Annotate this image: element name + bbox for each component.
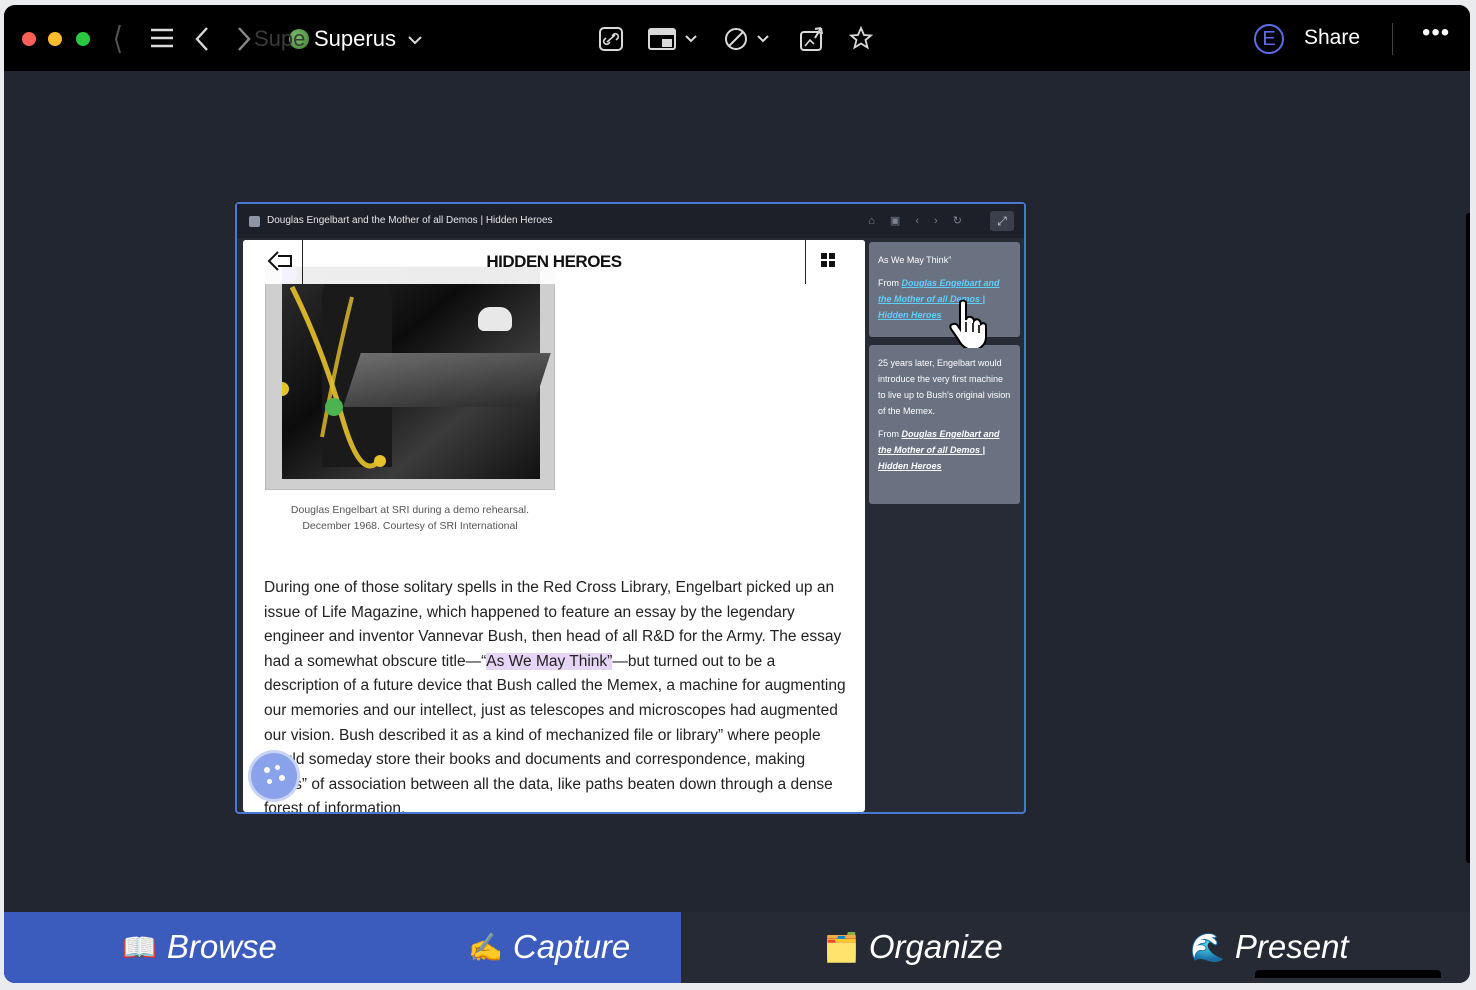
caption-line: December 1968. Courtesy of SRI Internati… <box>302 520 518 532</box>
layout-icon[interactable] <box>648 27 700 51</box>
bottom-mode-bar: 📖 Browse ✍️ Capture 🗂️ Organize 🌊 Presen… <box>4 912 1470 983</box>
captured-note[interactable]: As We May Think” From Douglas Engelbart … <box>869 242 1020 337</box>
export-icon[interactable] <box>799 26 825 52</box>
workspace-title: Superus <box>314 26 396 51</box>
scrollbar[interactable] <box>1466 213 1470 863</box>
sidebar-collapse-icon[interactable] <box>114 23 122 55</box>
article-text: —but turned out to be a description of a… <box>264 652 846 812</box>
article-photo <box>265 266 555 490</box>
tab-label: Browse <box>166 928 277 965</box>
writing-hand-icon: ✍️ <box>468 931 503 963</box>
close-window-button[interactable] <box>22 32 36 46</box>
tab-label: Organize <box>868 928 1003 965</box>
book-icon: 📖 <box>122 931 157 963</box>
expand-icon[interactable]: ⤢ <box>990 211 1014 231</box>
annotation-tool-button[interactable] <box>251 753 297 799</box>
ghost-title: Supe <box>254 26 306 51</box>
note-quote: As We May Think” <box>878 255 952 265</box>
back-icon[interactable] <box>194 26 210 52</box>
site-favicon-icon <box>249 216 260 227</box>
highlighted-text[interactable]: As We May Think” <box>486 652 613 670</box>
star-icon[interactable] <box>849 26 873 50</box>
grid-menu-icon[interactable] <box>821 253 835 267</box>
tab-capture[interactable]: ✍️ Capture <box>468 924 630 970</box>
folder-icon: 🗂️ <box>824 931 859 963</box>
site-header: HIDDEN HEROES <box>243 240 865 284</box>
photo-image <box>282 267 551 479</box>
chevron-down-icon <box>408 36 422 45</box>
tab-browse[interactable]: 📖 Browse <box>122 924 277 970</box>
note-source: From Douglas Engelbart and the Mother of… <box>878 426 1011 474</box>
wave-icon: 🌊 <box>1190 931 1225 963</box>
header-divider <box>805 240 806 284</box>
menu-icon[interactable] <box>150 27 174 49</box>
site-name[interactable]: HIDDEN HEROES <box>243 252 865 272</box>
zoom-window-button[interactable] <box>76 32 90 46</box>
toolbar-divider <box>1392 23 1393 55</box>
photo-caption: Douglas Engelbart at SRI during a demo r… <box>265 502 555 534</box>
title-bar: Supe Superus E Share ••• <box>4 5 1470 71</box>
workspace-switcher[interactable]: Supe Superus <box>254 26 422 52</box>
caption-line: Douglas Engelbart at SRI during a demo r… <box>290 504 530 516</box>
home-indicator <box>1255 970 1441 978</box>
web-card[interactable]: Douglas Engelbart and the Mother of all … <box>235 202 1026 814</box>
scribble-annotation <box>282 267 386 469</box>
disable-icon[interactable] <box>724 27 776 51</box>
share-button[interactable]: Share <box>1304 26 1360 50</box>
tab-organize[interactable]: 🗂️ Organize <box>824 924 1003 970</box>
forward-icon[interactable] <box>236 26 252 52</box>
more-options-button[interactable]: ••• <box>1422 19 1450 47</box>
card-title: Douglas Engelbart and the Mother of all … <box>267 215 553 226</box>
note-from-label: From <box>878 278 899 288</box>
tab-label: Present <box>1234 928 1349 965</box>
tab-present[interactable]: 🌊 Present <box>1190 924 1349 970</box>
app-window: Supe Superus E Share ••• Douglas Engelba… <box>4 5 1470 983</box>
hand-cursor-icon <box>949 299 987 348</box>
note-from-label: From <box>878 429 899 439</box>
card-nav-tools[interactable]: ⌂ ▣ ‹ › ↻ <box>868 214 968 227</box>
tab-label: Capture <box>512 928 631 965</box>
note-source: From Douglas Engelbart and the Mother of… <box>878 275 1011 323</box>
web-page-viewport[interactable]: HIDDEN HEROES Douglas Engelbart at SRI d… <box>243 240 865 812</box>
article-body: During one of those solitary spells in t… <box>264 576 846 812</box>
link-icon[interactable] <box>598 26 624 52</box>
captured-note[interactable]: 25 years later, Engelbart would introduc… <box>869 345 1020 504</box>
user-avatar[interactable]: E <box>1254 24 1284 54</box>
minimize-window-button[interactable] <box>48 32 62 46</box>
note-quote: 25 years later, Engelbart would introduc… <box>878 358 1011 416</box>
card-header: Douglas Engelbart and the Mother of all … <box>237 204 1024 238</box>
